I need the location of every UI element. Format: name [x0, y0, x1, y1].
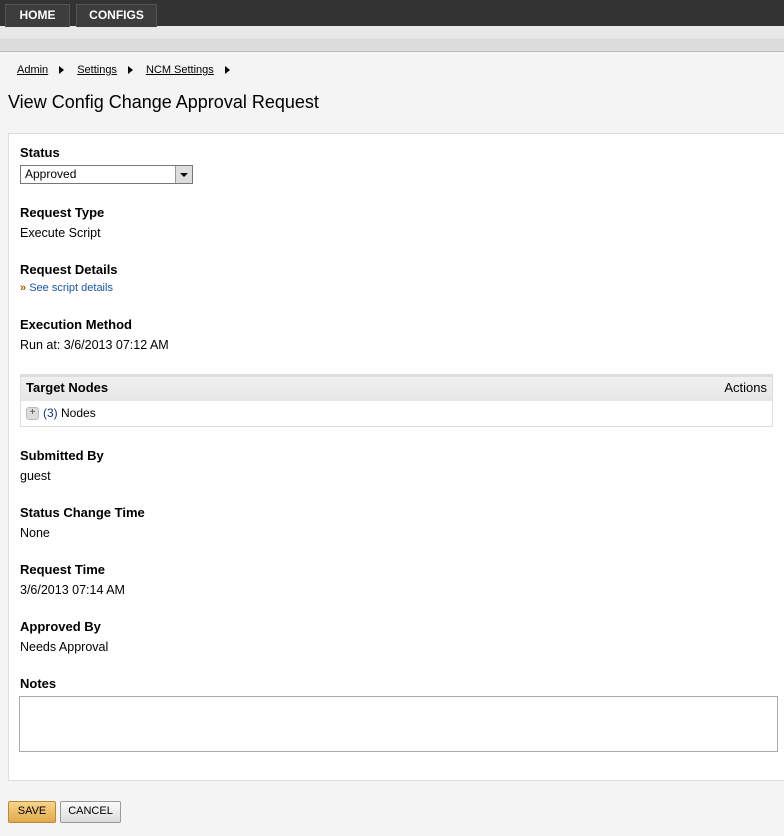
request-time-label: Request Time: [20, 562, 106, 577]
target-nodes-header: Target Nodes: [26, 380, 109, 395]
breadcrumb-settings[interactable]: Settings: [77, 64, 117, 76]
node-count: (3): [43, 406, 58, 420]
approved-by-label: Approved By: [20, 619, 101, 634]
page-title: View Config Change Approval Request: [8, 92, 319, 112]
top-nav: HOME CONFIGS: [0, 0, 784, 27]
chevron-down-icon[interactable]: [175, 166, 192, 183]
submitted-by-value: guest: [20, 469, 51, 483]
breadcrumb: Admin Settings NCM Settings: [17, 64, 243, 76]
execution-method-value: Run at: 3/6/2013 07:12 AM: [20, 338, 169, 352]
request-type-value: Execute Script: [20, 226, 101, 240]
status-change-time-label: Status Change Time: [20, 505, 145, 520]
nodes-label: Nodes: [61, 406, 96, 420]
chevron-icon: »: [20, 282, 27, 294]
target-nodes-table: Target Nodes Actions + (3) Nodes: [20, 374, 773, 427]
sub-bar: [0, 26, 784, 52]
tab-configs[interactable]: CONFIGS: [76, 4, 157, 27]
see-script-details-link[interactable]: » See script details: [20, 282, 113, 294]
status-select[interactable]: Approved: [20, 165, 193, 184]
status-label: Status: [20, 145, 60, 160]
expand-plus-icon[interactable]: +: [26, 407, 39, 421]
breadcrumb-ncm-settings[interactable]: NCM Settings: [146, 64, 214, 76]
request-panel: Status Approved Request Type Execute Scr…: [8, 133, 784, 781]
breadcrumb-admin[interactable]: Admin: [17, 64, 48, 76]
request-type-label: Request Type: [20, 205, 105, 220]
table-header: Target Nodes Actions: [21, 375, 772, 401]
execution-method-label: Execution Method: [20, 317, 132, 332]
notes-input[interactable]: [19, 696, 778, 752]
cancel-button[interactable]: CANCEL: [60, 801, 121, 823]
approved-by-value: Needs Approval: [20, 640, 109, 654]
table-row: + (3) Nodes: [21, 401, 772, 425]
arrow-right-icon: [224, 66, 230, 75]
link-text: See script details: [29, 282, 113, 294]
actions-header: Actions: [724, 380, 767, 395]
arrow-right-icon: [59, 66, 65, 75]
save-button[interactable]: SAVE: [8, 801, 56, 823]
tab-home[interactable]: HOME: [5, 4, 70, 27]
notes-label: Notes: [20, 676, 57, 691]
submitted-by-label: Submitted By: [20, 448, 104, 463]
request-time-value: 3/6/2013 07:14 AM: [20, 583, 125, 597]
status-change-time-value: None: [20, 526, 50, 540]
request-details-label: Request Details: [20, 262, 118, 277]
arrow-right-icon: [127, 66, 133, 75]
status-value: Approved: [25, 167, 77, 181]
